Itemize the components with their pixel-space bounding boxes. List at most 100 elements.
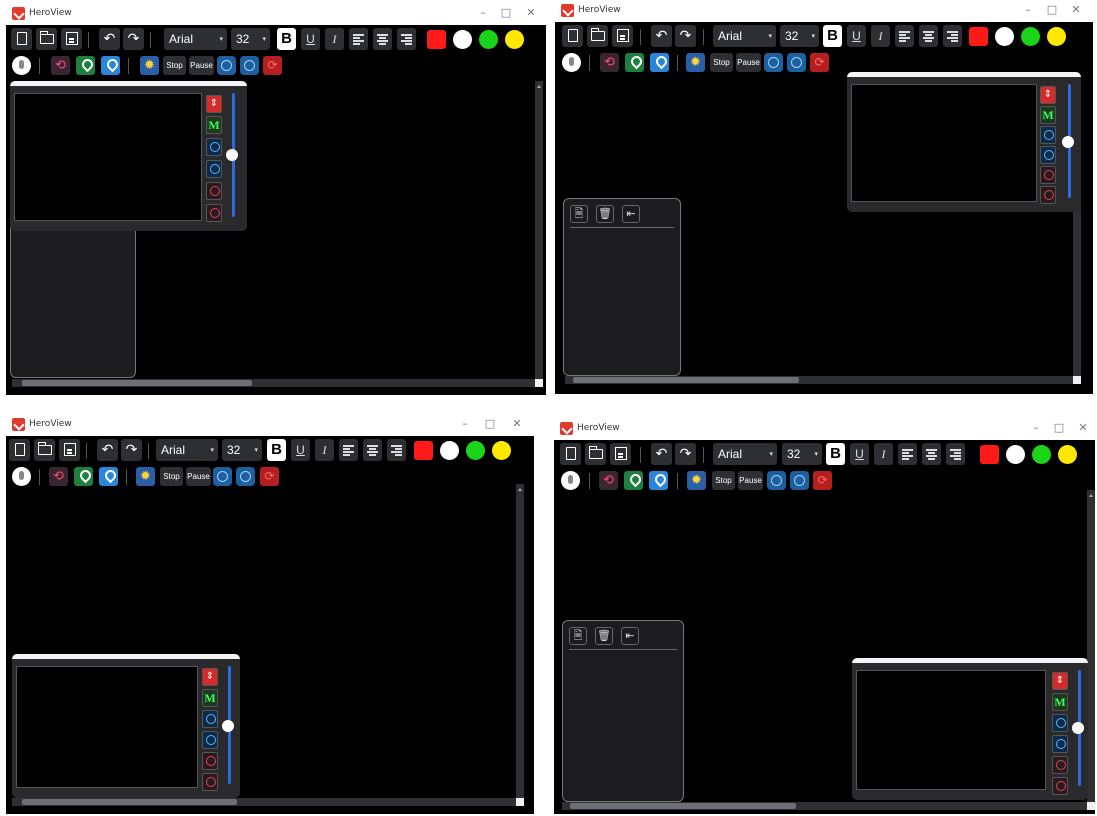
undo-button[interactable]: ↶: [651, 25, 672, 47]
horizontal-scrollbar[interactable]: [565, 376, 1073, 384]
location-pin-button[interactable]: [76, 56, 95, 75]
close-button[interactable]: ✕: [524, 6, 538, 20]
align-left-button[interactable]: [895, 25, 914, 47]
save-button[interactable]: [59, 439, 80, 461]
maximize-button[interactable]: □: [499, 6, 513, 20]
swap-button[interactable]: ⇕: [206, 95, 222, 113]
color-yellow-button[interactable]: [1047, 27, 1066, 46]
italic-button[interactable]: I: [874, 443, 893, 465]
align-left-button[interactable]: [898, 443, 917, 465]
location-pin-button[interactable]: [74, 467, 93, 486]
speed-up-button[interactable]: [1040, 166, 1056, 184]
mode-m-button[interactable]: M: [206, 116, 222, 134]
scroll-down-button[interactable]: [240, 56, 259, 75]
speed-up-button[interactable]: [1052, 756, 1068, 774]
location-pin-blue-button[interactable]: [650, 53, 669, 72]
align-right-button[interactable]: [943, 25, 962, 47]
speed-slider-knob[interactable]: [1072, 722, 1084, 734]
font-family-dropdown[interactable]: Arial ▾: [713, 25, 776, 47]
video-panel-header[interactable]: [10, 81, 247, 86]
bold-button[interactable]: B: [277, 28, 296, 50]
align-left-button[interactable]: [349, 28, 368, 50]
stop-button[interactable]: Stop: [163, 56, 186, 75]
exit-icon[interactable]: ⇤: [622, 205, 640, 223]
settings-button[interactable]: ✹: [136, 467, 155, 486]
color-green-button[interactable]: [1021, 27, 1040, 46]
refresh-button[interactable]: ⟲: [49, 467, 68, 486]
location-pin-button[interactable]: [624, 471, 643, 490]
close-button[interactable]: ✕: [1076, 421, 1090, 435]
vertical-scrollbar[interactable]: [516, 484, 524, 798]
minimize-button[interactable]: –: [458, 417, 472, 431]
pause-button[interactable]: Pause: [736, 53, 761, 72]
speed-up-button[interactable]: [202, 752, 218, 770]
italic-button[interactable]: I: [871, 25, 890, 47]
color-yellow-button[interactable]: [492, 441, 511, 460]
bold-button[interactable]: B: [267, 439, 286, 461]
speed-slider-knob[interactable]: [226, 149, 238, 161]
horizontal-scrollbar[interactable]: [12, 379, 535, 387]
horizontal-scrollbar[interactable]: [562, 802, 1087, 810]
align-center-button[interactable]: [373, 28, 392, 50]
underline-button[interactable]: U: [850, 443, 869, 465]
settings-button[interactable]: ✹: [686, 53, 705, 72]
scroll-down-button[interactable]: [787, 53, 806, 72]
microphone-button[interactable]: [12, 56, 31, 75]
swap-button[interactable]: ⇕: [1052, 672, 1068, 690]
mode-m-button[interactable]: M: [202, 689, 218, 707]
color-green-button[interactable]: [466, 441, 485, 460]
save-button[interactable]: [612, 25, 633, 47]
settings-button[interactable]: ✹: [687, 471, 706, 490]
align-center-button[interactable]: [919, 25, 938, 47]
scroll-down-button[interactable]: [236, 467, 255, 486]
open-folder-button[interactable]: [36, 28, 57, 50]
scroll-up-button[interactable]: [217, 56, 236, 75]
scrollbar-thumb[interactable]: [22, 799, 237, 805]
bold-button[interactable]: B: [826, 443, 845, 465]
color-green-button[interactable]: [1032, 445, 1051, 464]
scrollbar-thumb[interactable]: [22, 380, 252, 386]
color-white-button[interactable]: [453, 30, 472, 49]
exit-icon[interactable]: ⇤: [621, 627, 639, 645]
mode-m-button[interactable]: M: [1052, 693, 1068, 711]
reset-button[interactable]: ⟳: [260, 467, 279, 486]
location-pin-blue-button[interactable]: [99, 467, 118, 486]
italic-button[interactable]: I: [315, 439, 334, 461]
swap-button[interactable]: ⇕: [202, 668, 218, 686]
close-button[interactable]: ✕: [510, 417, 524, 431]
vertical-scrollbar[interactable]: [1087, 490, 1095, 802]
undo-button[interactable]: ↶: [651, 443, 672, 465]
color-red-button[interactable]: [427, 30, 446, 49]
scroll-down-button[interactable]: [206, 160, 222, 178]
color-green-button[interactable]: [479, 30, 498, 49]
undo-button[interactable]: ↶: [97, 439, 118, 461]
underline-button[interactable]: U: [847, 25, 866, 47]
align-left-button[interactable]: [339, 439, 358, 461]
stop-button[interactable]: Stop: [712, 471, 735, 490]
microphone-button[interactable]: [561, 471, 580, 490]
font-size-dropdown[interactable]: 32 ▾: [780, 25, 819, 47]
color-white-button[interactable]: [1006, 445, 1025, 464]
align-right-button[interactable]: [387, 439, 406, 461]
scroll-down-button[interactable]: [1040, 146, 1056, 164]
minimize-button[interactable]: –: [1021, 3, 1035, 17]
color-white-button[interactable]: [995, 27, 1014, 46]
microphone-button[interactable]: [12, 467, 31, 486]
speed-up-button[interactable]: [206, 182, 222, 200]
refresh-button[interactable]: ⟲: [600, 53, 619, 72]
settings-button[interactable]: ✹: [140, 56, 159, 75]
font-size-dropdown[interactable]: 32 ▾: [222, 439, 262, 461]
color-yellow-button[interactable]: [1058, 445, 1077, 464]
scrollbar-thumb[interactable]: [570, 803, 796, 809]
speed-down-button[interactable]: [206, 204, 222, 222]
speed-down-button[interactable]: [202, 773, 218, 791]
scroll-down-button[interactable]: [790, 471, 809, 490]
video-panel-header[interactable]: [12, 654, 240, 659]
vertical-scrollbar[interactable]: [535, 81, 543, 379]
minimize-button[interactable]: –: [476, 6, 490, 20]
redo-button[interactable]: ↷: [675, 443, 696, 465]
color-red-button[interactable]: [980, 445, 999, 464]
scroll-up-button[interactable]: [1052, 714, 1068, 732]
pause-button[interactable]: Pause: [186, 467, 211, 486]
underline-button[interactable]: U: [291, 439, 310, 461]
